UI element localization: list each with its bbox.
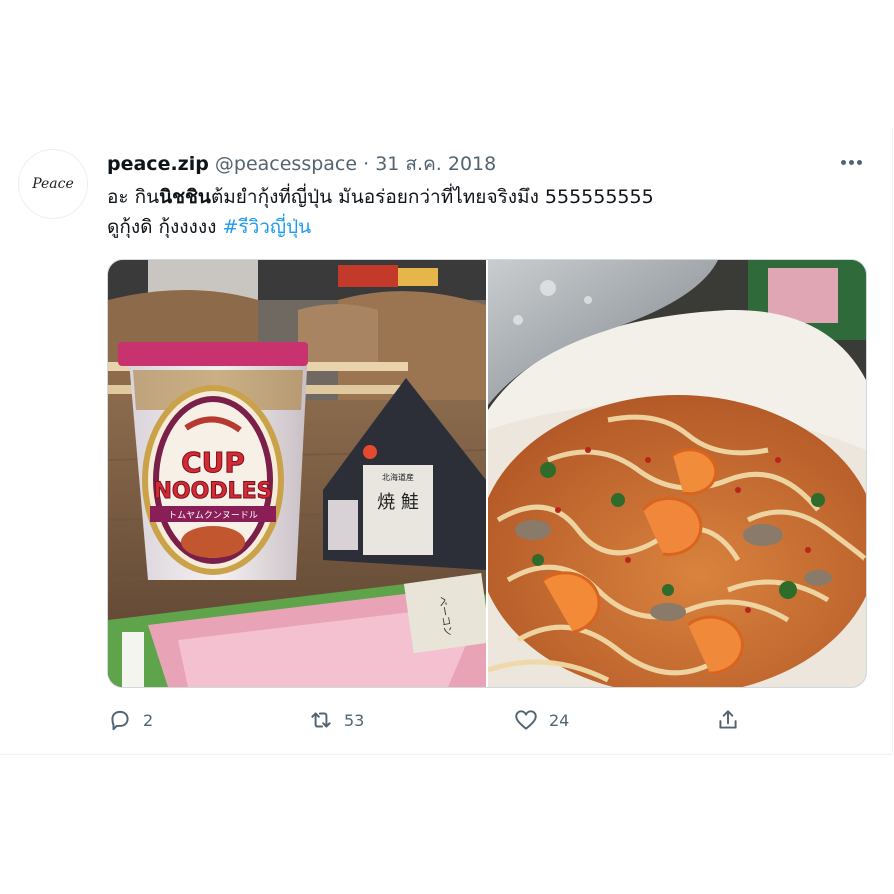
tweet-text-line-2: ดูกุ้งดิ กุ้งงงงง #รีวิวญี่ปุ่น	[107, 216, 312, 238]
cup-label-line1: CUP	[181, 446, 245, 479]
retweet-count: 53	[344, 710, 365, 730]
retweet-icon	[311, 712, 331, 728]
share-icon	[719, 710, 737, 729]
like-count: 24	[549, 710, 570, 730]
reply-count: 2	[143, 710, 154, 730]
onigiri-label: 焼 鮭	[377, 492, 419, 513]
tweet-text: อะ กินนิชชินต้มยำกุ้งที่ญี่ปุ่น มันอร่อย…	[107, 182, 867, 242]
cup-label-band: トムヤムクンヌードル	[168, 510, 258, 521]
tweet-text-line-1: อะ กินนิชชินต้มยำกุ้งที่ญี่ปุ่น มันอร่อย…	[107, 186, 654, 208]
onigiri-sublabel: 北海道産	[382, 472, 414, 482]
heart-icon	[515, 710, 537, 730]
reply-button[interactable]: 2	[107, 705, 153, 735]
header-separator: ·	[363, 153, 370, 175]
user-handle[interactable]: @peacesspace	[215, 153, 357, 175]
display-name[interactable]: peace.zip	[107, 153, 209, 175]
photo-noodle-bowl[interactable]	[488, 260, 866, 687]
hashtag-link[interactable]: #รีวิวญี่ปุ่น	[222, 216, 311, 238]
tweet-actions: 2 53 24	[107, 705, 867, 735]
tweet-text-bold: นิชชิน	[159, 186, 211, 208]
like-button[interactable]: 24	[513, 705, 569, 735]
more-icon	[840, 159, 846, 165]
tweet-header: peace.zip @peacesspace · 31 ส.ค. 2018	[107, 150, 496, 178]
tweet-card[interactable]: Peace peace.zip @peacesspace · 31 ส.ค. 2…	[0, 128, 893, 755]
avatar[interactable]: Peace	[18, 149, 88, 219]
cup-label-line2: NOODLES	[154, 479, 273, 504]
tweet-media: CUP NOODLES トムヤムクンヌードル 焼 鮭 北海道産 ベーコン	[107, 259, 867, 688]
retweet-button[interactable]: 53	[308, 705, 364, 735]
share-button[interactable]	[715, 705, 741, 735]
reply-icon	[111, 710, 129, 731]
photo-cup-noodles[interactable]: CUP NOODLES トムヤムクンヌードル 焼 鮭 北海道産 ベーコン	[108, 260, 486, 687]
tweet-date[interactable]: 31 ส.ค. 2018	[375, 153, 496, 175]
avatar-logo-text: Peace	[32, 176, 74, 192]
more-options-button[interactable]	[834, 150, 868, 174]
